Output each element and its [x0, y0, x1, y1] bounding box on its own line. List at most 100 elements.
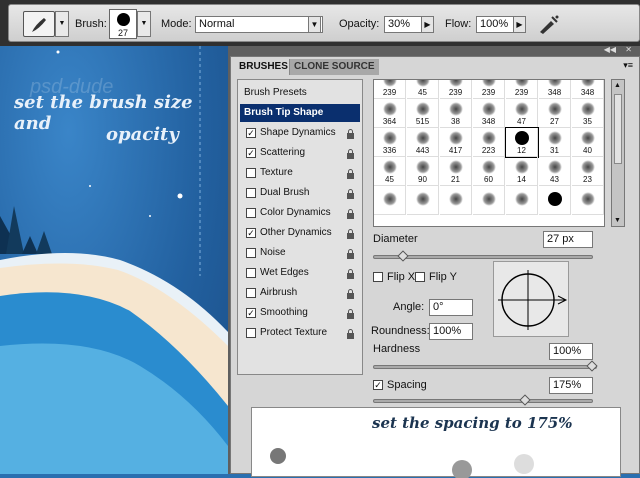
- scroll-thumb[interactable]: [614, 94, 622, 164]
- lock-icon[interactable]: [346, 128, 355, 139]
- sidebar-item-other-dynamics[interactable]: ✓ Other Dynamics: [240, 224, 360, 242]
- option-checkbox[interactable]: [246, 168, 256, 178]
- brush-tip-cell[interactable]: [539, 186, 571, 215]
- panel-menu-icon[interactable]: ▾≡: [623, 60, 633, 71]
- scroll-down-icon[interactable]: ▼: [614, 217, 621, 224]
- brush-tip-cell[interactable]: [473, 186, 505, 215]
- brush-tip-cell[interactable]: 31: [539, 128, 571, 157]
- tool-preset-arrow[interactable]: ▼: [55, 11, 69, 37]
- sidebar-item-brush-tip-shape[interactable]: Brush Tip Shape: [240, 104, 360, 122]
- brush-tip-grid[interactable]: 239 45 239 239 239 348 348 364 515 38 348 47 27 35 336…: [373, 79, 605, 227]
- diameter-input[interactable]: 27 px: [543, 231, 593, 248]
- brush-tip-cell[interactable]: 27: [539, 99, 571, 128]
- brush-picker-arrow[interactable]: ▼: [137, 11, 151, 37]
- sidebar-item-scattering[interactable]: ✓ Scattering: [240, 144, 360, 162]
- option-checkbox[interactable]: [246, 328, 256, 338]
- mode-select[interactable]: Normal: [195, 16, 323, 33]
- angle-input[interactable]: 0°: [429, 299, 473, 316]
- hardness-slider-knob[interactable]: [586, 360, 598, 372]
- roundness-input[interactable]: 100%: [429, 323, 473, 340]
- brush-tip-cell[interactable]: 43: [539, 157, 571, 186]
- option-checkbox[interactable]: ✓: [246, 308, 256, 318]
- brush-tip-cell[interactable]: 348: [473, 99, 505, 128]
- scroll-up-icon[interactable]: ▲: [614, 82, 621, 89]
- diameter-slider[interactable]: [373, 250, 593, 262]
- tool-preset-picker[interactable]: [23, 11, 55, 37]
- sidebar-item-wet-edges[interactable]: Wet Edges: [240, 264, 360, 282]
- lock-icon[interactable]: [346, 188, 355, 199]
- sidebar-item-shape-dynamics[interactable]: ✓ Shape Dynamics: [240, 124, 360, 142]
- brush-tip-cell[interactable]: 45: [407, 80, 439, 99]
- option-checkbox[interactable]: [246, 248, 256, 258]
- sidebar-item-airbrush[interactable]: Airbrush: [240, 284, 360, 302]
- brush-tip-cell[interactable]: 336: [374, 128, 406, 157]
- sidebar-item-protect-texture[interactable]: Protect Texture: [240, 324, 360, 342]
- brush-picker[interactable]: 27: [109, 9, 137, 39]
- sidebar-item-dual-brush[interactable]: Dual Brush: [240, 184, 360, 202]
- lock-icon[interactable]: [346, 228, 355, 239]
- flow-slider-arrow[interactable]: ▶: [513, 16, 526, 33]
- option-checkbox[interactable]: ✓: [246, 148, 256, 158]
- close-panel-icon[interactable]: ✕: [625, 45, 632, 54]
- option-checkbox[interactable]: [246, 268, 256, 278]
- brush-tip-cell[interactable]: 348: [572, 80, 604, 99]
- spacing-input[interactable]: 175%: [549, 377, 593, 394]
- lock-icon[interactable]: [346, 148, 355, 159]
- brush-tip-cell[interactable]: 40: [572, 128, 604, 157]
- brush-tip-cell[interactable]: [440, 186, 472, 215]
- lock-icon[interactable]: [346, 248, 355, 259]
- lock-icon[interactable]: [346, 288, 355, 299]
- sidebar-item-texture[interactable]: Texture: [240, 164, 360, 182]
- sidebar-item-smoothing[interactable]: ✓ Smoothing: [240, 304, 360, 322]
- mode-dropdown-icon[interactable]: ▼: [308, 16, 321, 33]
- brush-grid-scrollbar[interactable]: ▲ ▼: [611, 79, 625, 227]
- brush-tip-cell[interactable]: [374, 186, 406, 215]
- brush-tip-cell[interactable]: 47: [506, 99, 538, 128]
- brush-tip-cell[interactable]: [407, 186, 439, 215]
- angle-roundness-widget[interactable]: [493, 261, 569, 337]
- brush-tip-cell[interactable]: 14: [506, 157, 538, 186]
- hardness-slider[interactable]: [373, 360, 598, 372]
- option-checkbox[interactable]: [246, 288, 256, 298]
- brush-tip-cell[interactable]: [506, 186, 538, 215]
- sidebar-item-brush-presets[interactable]: Brush Presets: [240, 84, 360, 102]
- brush-tip-cell[interactable]: 23: [572, 157, 604, 186]
- brush-tip-cell[interactable]: 12: [505, 127, 539, 158]
- document-canvas[interactable]: psd-dude set the brush size and opacity: [0, 46, 228, 474]
- option-checkbox[interactable]: ✓: [246, 128, 256, 138]
- brush-tip-cell[interactable]: 45: [374, 157, 406, 186]
- option-checkbox[interactable]: [246, 208, 256, 218]
- tab-brushes[interactable]: BRUSHES: [235, 59, 292, 75]
- brush-tip-cell[interactable]: [572, 186, 604, 215]
- sidebar-item-color-dynamics[interactable]: Color Dynamics: [240, 204, 360, 222]
- brush-tip-cell[interactable]: 515: [407, 99, 439, 128]
- opacity-slider-arrow[interactable]: ▶: [421, 16, 434, 33]
- lock-icon[interactable]: [346, 168, 355, 179]
- flow-input[interactable]: 100%: [476, 16, 514, 33]
- brush-tip-cell[interactable]: 21: [440, 157, 472, 186]
- brush-tip-cell[interactable]: 239: [506, 80, 538, 99]
- brush-tip-cell[interactable]: 239: [374, 80, 406, 99]
- tab-clone-source[interactable]: CLONE SOURCE: [289, 59, 379, 75]
- brush-tip-cell[interactable]: 417: [440, 128, 472, 157]
- opacity-input[interactable]: 30%: [384, 16, 422, 33]
- lock-icon[interactable]: [346, 308, 355, 319]
- brush-tip-cell[interactable]: 38: [440, 99, 472, 128]
- brush-tip-cell[interactable]: 239: [440, 80, 472, 99]
- brush-tip-cell[interactable]: 364: [374, 99, 406, 128]
- brush-tip-cell[interactable]: 35: [572, 99, 604, 128]
- option-checkbox[interactable]: [246, 188, 256, 198]
- brush-tip-cell[interactable]: 239: [473, 80, 505, 99]
- brush-tip-cell[interactable]: 60: [473, 157, 505, 186]
- brush-tip-cell[interactable]: 90: [407, 157, 439, 186]
- diameter-slider-knob[interactable]: [397, 250, 409, 262]
- option-checkbox[interactable]: ✓: [246, 228, 256, 238]
- lock-icon[interactable]: [346, 268, 355, 279]
- hardness-input[interactable]: 100%: [549, 343, 593, 360]
- sidebar-item-noise[interactable]: Noise: [240, 244, 360, 262]
- lock-icon[interactable]: [346, 328, 355, 339]
- spacing-slider-knob[interactable]: [519, 394, 531, 406]
- airbrush-icon[interactable]: [537, 13, 561, 35]
- brush-tip-cell[interactable]: 348: [539, 80, 571, 99]
- brush-tip-cell[interactable]: 223: [473, 128, 505, 157]
